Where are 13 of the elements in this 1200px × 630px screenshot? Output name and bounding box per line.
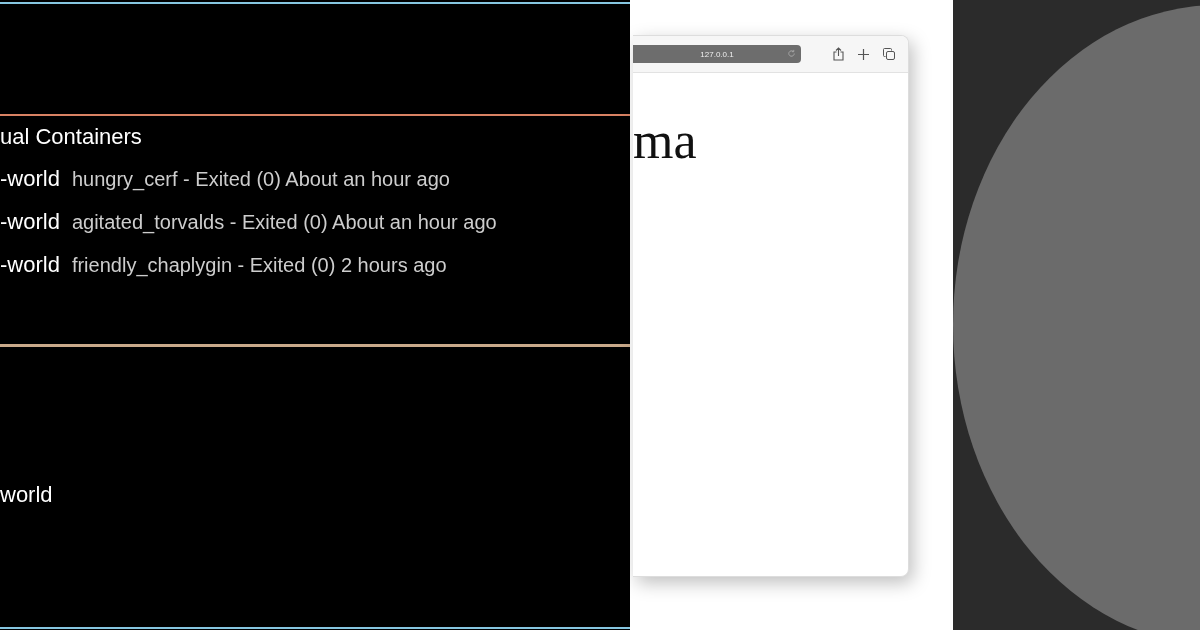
container-image: -world	[0, 208, 60, 236]
section-title: ual Containers	[0, 123, 143, 151]
container-details: agitated_torvalds - Exited (0) About an hour ago	[71, 210, 497, 236]
tabs-overview-icon[interactable]	[883, 48, 895, 60]
tree-item: world	[0, 482, 54, 508]
container-details: friendly_chaplygin - Exited (0) 2 hours ago	[71, 253, 447, 279]
new-tab-icon[interactable]	[858, 48, 869, 60]
page-heading: ma	[633, 113, 698, 169]
address-bar[interactable]: 127.0.0.1	[633, 45, 801, 63]
container-image: -world	[0, 251, 60, 279]
container-image: -world	[0, 165, 60, 193]
share-icon[interactable]	[833, 47, 844, 61]
container-details: hungry_cerf - Exited (0) About an hour ago	[71, 167, 450, 193]
